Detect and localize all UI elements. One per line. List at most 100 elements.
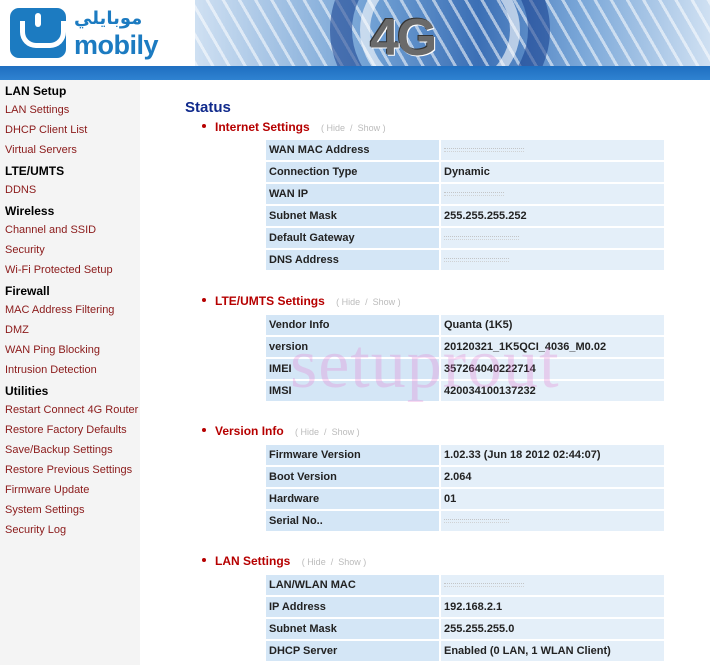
bullet-icon [202, 427, 206, 432]
header-blue-bar [0, 66, 710, 80]
sidebar-item-dmz[interactable]: DMZ [5, 324, 29, 336]
lte-umts-table: Vendor Info Quanta (1K5) version 20120321_… [265, 314, 665, 402]
toggle-separator: / [350, 123, 353, 133]
bullet-icon [202, 297, 206, 302]
main-content: Status Internet Settings ( Hide / Show ) W… [140, 80, 710, 665]
row-label: Boot Version [265, 466, 440, 488]
sidebar-item-channel-ssid[interactable]: Channel and SSID [5, 224, 96, 236]
sidebar-item-lan-settings[interactable]: LAN Settings [5, 104, 69, 116]
section-toggle: ( Hide / Show ) [301, 557, 367, 567]
row-value [440, 249, 665, 271]
hide-link[interactable]: Hide [307, 557, 326, 567]
sidebar-item-wps[interactable]: Wi-Fi Protected Setup [5, 264, 113, 276]
version-info-table: Firmware Version 1.02.33 (Jun 18 2012 02:… [265, 444, 665, 532]
sidebar-item-security-log[interactable]: Security Log [5, 524, 66, 536]
row-label: Serial No.. [265, 510, 440, 532]
row-label: version [265, 336, 440, 358]
sidebar-item-restart-router[interactable]: Restart Connect 4G Router [5, 404, 138, 416]
banner-4g-logo: 4G [370, 9, 437, 66]
section-toggle: ( Hide / Show ) [336, 297, 401, 307]
sidebar-item-security[interactable]: Security [5, 244, 45, 256]
row-value: 420034100137232 [440, 380, 665, 402]
mobily-logo-icon [10, 8, 66, 58]
row-value: Enabled (0 LAN, 1 WLAN Client) [440, 640, 665, 662]
show-link[interactable]: Show [338, 557, 361, 567]
row-label: Vendor Info [265, 314, 440, 336]
row-label: IMSI [265, 380, 440, 402]
row-label: LAN/WLAN MAC [265, 574, 440, 596]
show-link[interactable]: Show [373, 297, 396, 307]
row-value [440, 139, 665, 161]
section-title: LTE/UMTS Settings [215, 294, 325, 308]
row-value: 255.255.255.0 [440, 618, 665, 640]
table-row: Firmware Version 1.02.33 (Jun 18 2012 02:… [265, 444, 665, 466]
hide-link[interactable]: Hide [342, 297, 361, 307]
table-row: WAN IP [265, 183, 665, 205]
sidebar-item-mac-filtering[interactable]: MAC Address Filtering [5, 304, 114, 316]
section-title: Version Info [215, 424, 284, 438]
row-label: Firmware Version [265, 444, 440, 466]
row-label: IP Address [265, 596, 440, 618]
table-row: DHCP Server Enabled (0 LAN, 1 WLAN Client… [265, 640, 665, 662]
sidebar-item-restore-previous-settings[interactable]: Restore Previous Settings [5, 464, 132, 476]
table-row: Connection Type Dynamic [265, 161, 665, 183]
table-row: version 20120321_1K5QCI_4036_M0.02 [265, 336, 665, 358]
section-header-internet-settings: Internet Settings ( Hide / Show ) [202, 120, 386, 134]
row-label: DHCP Server [265, 640, 440, 662]
mobily-logo: موبايلي mobily [10, 8, 159, 60]
row-value [440, 227, 665, 249]
section-toggle: ( Hide / Show ) [321, 123, 386, 133]
toggle-separator: / [324, 427, 327, 437]
sidebar-section-utilities: Utilities [5, 384, 49, 398]
show-link[interactable]: Show [358, 123, 381, 133]
row-value [440, 510, 665, 532]
table-row: IP Address 192.168.2.1 [265, 596, 665, 618]
row-value: 2.064 [440, 466, 665, 488]
section-header-lan-settings: LAN Settings ( Hide / Show ) [202, 554, 366, 568]
row-value: Dynamic [440, 161, 665, 183]
row-value: 20120321_1K5QCI_4036_M0.02 [440, 336, 665, 358]
table-row: IMEI 357264040222714 [265, 358, 665, 380]
row-value: Quanta (1K5) [440, 314, 665, 336]
row-label: Connection Type [265, 161, 440, 183]
row-value: 357264040222714 [440, 358, 665, 380]
section-title: LAN Settings [215, 554, 291, 568]
row-label: IMEI [265, 358, 440, 380]
section-header-lte-umts-settings: LTE/UMTS Settings ( Hide / Show ) [202, 294, 401, 308]
row-label: WAN IP [265, 183, 440, 205]
hide-link[interactable]: Hide [327, 123, 346, 133]
row-value: 01 [440, 488, 665, 510]
sidebar-item-restore-factory-defaults[interactable]: Restore Factory Defaults [5, 424, 127, 436]
sidebar-item-system-settings[interactable]: System Settings [5, 504, 84, 516]
internet-settings-table: WAN MAC Address Connection Type Dynamic W… [265, 139, 665, 271]
sidebar-item-intrusion-detection[interactable]: Intrusion Detection [5, 364, 97, 376]
section-header-version-info: Version Info ( Hide / Show ) [202, 424, 360, 438]
sidebar-item-dhcp-client-list[interactable]: DHCP Client List [5, 124, 87, 136]
row-label: Hardware [265, 488, 440, 510]
sidebar-item-save-backup-settings[interactable]: Save/Backup Settings [5, 444, 113, 456]
sidebar-item-wan-ping-blocking[interactable]: WAN Ping Blocking [5, 344, 100, 356]
hide-link[interactable]: Hide [301, 427, 320, 437]
row-label: Subnet Mask [265, 618, 440, 640]
table-row: Vendor Info Quanta (1K5) [265, 314, 665, 336]
page-title: Status [185, 99, 231, 116]
table-row: WAN MAC Address [265, 139, 665, 161]
show-link[interactable]: Show [332, 427, 355, 437]
table-row: Serial No.. [265, 510, 665, 532]
table-row: Subnet Mask 255.255.255.252 [265, 205, 665, 227]
row-value: 255.255.255.252 [440, 205, 665, 227]
sidebar-section-wireless: Wireless [5, 204, 55, 218]
row-value [440, 183, 665, 205]
bullet-icon [202, 557, 206, 562]
row-value: 192.168.2.1 [440, 596, 665, 618]
logo-arabic-text: موبايلي [74, 8, 143, 29]
sidebar-item-ddns[interactable]: DDNS [5, 184, 36, 196]
sidebar-item-firmware-update[interactable]: Firmware Update [5, 484, 89, 496]
section-title: Internet Settings [215, 120, 310, 134]
row-label: DNS Address [265, 249, 440, 271]
sidebar-section-firewall: Firewall [5, 284, 50, 298]
table-row: DNS Address [265, 249, 665, 271]
sidebar-item-virtual-servers[interactable]: Virtual Servers [5, 144, 77, 156]
table-row: Hardware 01 [265, 488, 665, 510]
row-label: Default Gateway [265, 227, 440, 249]
